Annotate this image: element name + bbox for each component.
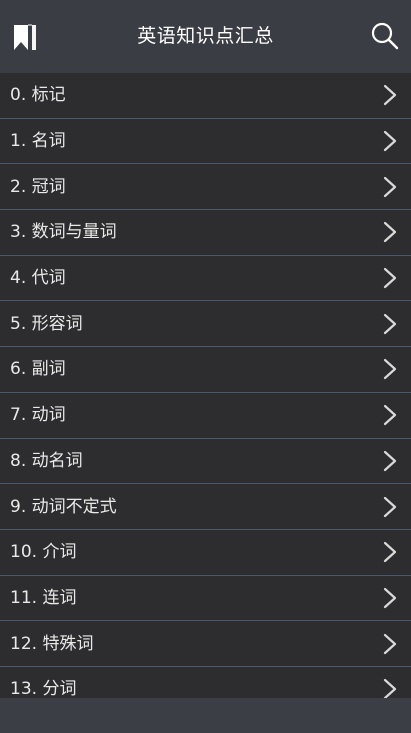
page-title: 英语知识点汇总 (137, 25, 274, 47)
list-item-label: 12. 特殊词 (10, 633, 94, 654)
list-item[interactable]: 8. 动名词 (0, 439, 411, 485)
search-icon (371, 22, 399, 50)
chevron-right-icon (383, 85, 397, 106)
list-item[interactable]: 5. 形容词 (0, 301, 411, 348)
list-item[interactable]: 4. 代词 (0, 256, 411, 302)
list-item-label: 9. 动词不定式 (10, 496, 117, 517)
chevron-right-icon (383, 267, 397, 289)
chevron-right-icon (383, 542, 397, 563)
list-item-label: 11. 连词 (10, 587, 77, 608)
list-item-label: 2. 冠词 (10, 176, 66, 197)
chevron-right-icon (383, 222, 397, 243)
bottom-bar (0, 698, 411, 733)
chevron-right-icon (383, 130, 397, 152)
app-root: 英语知识点汇总 0. 标记 1. 名词 2. 冠词 3. 数词与量词 4. 代词 5. 形… (0, 0, 411, 733)
chevron-right-icon (383, 679, 397, 698)
list-item-label: 4. 代词 (10, 268, 66, 289)
list-item[interactable]: 7. 动词 (0, 393, 411, 439)
chevron-right-icon (383, 405, 397, 426)
list-item-label: 10. 介词 (10, 542, 77, 563)
chevron-right-icon (383, 313, 397, 334)
chevron-right-icon (383, 587, 397, 609)
list-item-label: 8. 动名词 (10, 450, 83, 471)
chevron-right-icon (383, 450, 397, 471)
list-item[interactable]: 0. 标记 (0, 73, 411, 119)
list-item[interactable]: 2. 冠词 (0, 164, 411, 211)
list-item[interactable]: 10. 介词 (0, 530, 411, 576)
list-item-label: 1. 名词 (10, 131, 66, 152)
list-item-label: 13. 分词 (10, 679, 77, 698)
list-item[interactable]: 9. 动词不定式 (0, 484, 411, 530)
top-app-bar: 英语知识点汇总 (0, 0, 411, 73)
list-item[interactable]: 11. 连词 (0, 576, 411, 622)
list-item-label: 5. 形容词 (10, 313, 83, 334)
list-item[interactable]: 12. 特殊词 (0, 621, 411, 667)
search-button[interactable] (369, 20, 401, 52)
list-item[interactable]: 13. 分词 (0, 667, 411, 698)
chevron-right-icon (383, 359, 397, 380)
chevron-right-icon (383, 496, 397, 517)
list-item-label: 6. 副词 (10, 359, 66, 380)
chevron-right-icon (383, 633, 397, 654)
list-item-label: 0. 标记 (10, 85, 66, 106)
list-item[interactable]: 3. 数词与量词 (0, 210, 411, 256)
topic-list-items: 0. 标记 1. 名词 2. 冠词 3. 数词与量词 4. 代词 5. 形容词 6. 副词 7… (0, 73, 411, 698)
list-item[interactable]: 6. 副词 (0, 347, 411, 393)
chevron-right-icon (383, 176, 397, 197)
list-item-label: 7. 动词 (10, 405, 66, 426)
topic-list[interactable]: 0. 标记 1. 名词 2. 冠词 3. 数词与量词 4. 代词 5. 形容词 6. 副词 7… (0, 73, 411, 698)
list-item[interactable]: 1. 名词 (0, 119, 411, 165)
list-item-label: 3. 数词与量词 (10, 222, 117, 243)
